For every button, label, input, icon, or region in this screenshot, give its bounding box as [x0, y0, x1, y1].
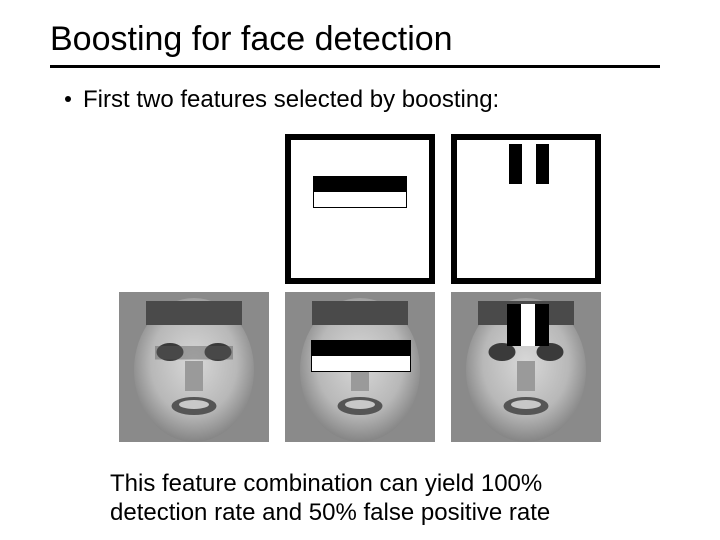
slide-title: Boosting for face detection: [50, 20, 660, 68]
grid-cell-face: [119, 292, 269, 442]
face-image-icon: [119, 292, 269, 442]
feature-figure: [115, 128, 605, 448]
haar-feature-a-icon: [313, 176, 407, 208]
feature-frame: [285, 134, 435, 284]
grid-cell-feature-b: [451, 134, 601, 284]
bullet-dot-icon: [65, 96, 71, 102]
grid-cell-feature-a: [285, 134, 435, 284]
haar-feature-b-overlay-icon: [507, 304, 549, 346]
grid-cell-empty: [119, 134, 269, 284]
feature-frame: [451, 134, 601, 284]
figure-caption: This feature combination can yield 100% …: [110, 470, 630, 528]
slide: Boosting for face detection First two fe…: [0, 0, 720, 540]
grid-cell-face-feature-a: [285, 292, 435, 442]
grid-cell-face-feature-b: [451, 292, 601, 442]
figure-grid: [115, 128, 605, 448]
haar-feature-b-icon: [509, 144, 549, 184]
bullet-item: First two features selected by boosting:: [65, 86, 499, 114]
bullet-text: First two features selected by boosting:: [83, 86, 499, 114]
haar-feature-a-overlay-icon: [311, 340, 411, 372]
